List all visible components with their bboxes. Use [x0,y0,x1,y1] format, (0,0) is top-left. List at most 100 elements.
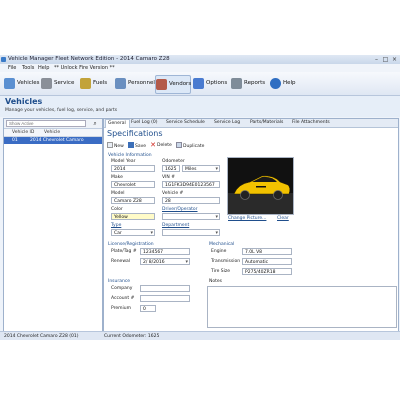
close-icon[interactable]: × [390,56,399,63]
transmission-field[interactable]: Automatic [242,258,292,265]
tab-file-attachments[interactable]: File Attachments [292,119,330,127]
detail-tabs: General Fuel Log (0) Service Schedule Se… [104,119,398,128]
maximize-icon[interactable]: □ [381,56,390,63]
toolbar-reports-button[interactable]: Reports [231,75,265,92]
account-label: Account # [111,296,135,301]
menu-file[interactable]: File [8,64,16,72]
tab-service-schedule[interactable]: Service Schedule [166,119,205,127]
tab-general[interactable]: General [105,119,130,128]
app-icon [1,57,6,62]
delete-icon: ✕ [150,141,156,149]
odometer-label: Odometer [162,159,185,164]
tire-size-label: Tire Size [211,269,231,274]
type-select[interactable]: Car [111,229,155,236]
toolbar-personnel-button[interactable]: Personnel [115,75,155,92]
tab-fuel-log[interactable]: Fuel Log (0) [131,119,158,127]
plate-label: Plate/Tag # [111,249,137,254]
status-vehicle: 2014 Chevrolet Camaro Z28 (01) [4,334,79,339]
menu-tools[interactable]: Tools [22,64,34,72]
odometer-field[interactable]: 1625 [162,165,180,172]
new-icon [107,142,113,148]
odometer-unit-select[interactable]: Miles [182,165,220,172]
duplicate-icon [176,142,182,148]
plate-field[interactable]: 1234567 [140,248,190,255]
model-field[interactable]: Camaro Z28 [111,197,155,204]
change-picture-link[interactable]: Change Picture... [228,216,266,221]
filter-bar: ⌕ [4,119,102,129]
save-button[interactable]: Save [128,142,146,149]
insurance-company-field[interactable] [140,285,190,292]
toolbar-reports-label: Reports [244,80,266,86]
status-odometer: Current Odometer: 1625 [104,334,160,339]
toolbar-vendors-label: Vendors [169,81,192,87]
driver-operator-link[interactable]: Driver/Operator [162,207,198,212]
toolbar-help-button[interactable]: Help [270,75,298,92]
col-vehicle-id[interactable]: Vehicle ID [12,129,34,136]
notes-label: Notes [209,279,222,284]
search-icon[interactable]: ⌕ [90,120,100,127]
vehicle-row-name: 2014 Chevrolet Camaro [30,138,84,143]
new-label: New [114,144,124,149]
department-link[interactable]: Department [162,223,189,228]
toolbar-options-button[interactable]: Options [193,75,227,92]
make-field[interactable]: Chevrolet [111,181,155,188]
new-button[interactable]: New [107,142,124,149]
vehicle-row[interactable]: 01 2014 Chevrolet Camaro [4,137,102,144]
color-label: Color [111,207,123,212]
toolbar-service-button[interactable]: Service [41,75,75,92]
vehicle-number-field[interactable]: 28 [162,197,220,204]
insurance-account-field[interactable] [140,295,190,302]
col-vehicle[interactable]: Vehicle [44,129,60,136]
page-subtitle: Manage your vehicles, fuel log, service,… [5,108,118,113]
make-label: Make [111,175,123,180]
vehicle-list-header: Vehicle ID Vehicle [4,129,102,137]
menu-bar: File Tools Help ** Unlock Fire Version *… [0,64,400,72]
engine-label: Engine [211,249,227,254]
car-icon [4,78,15,89]
car-photo-image [228,158,293,214]
vehicle-filter-select[interactable] [6,120,86,127]
duplicate-label: Duplicate [183,144,205,149]
vehicle-number-label: Vehicle # [162,191,184,196]
toolbar-vehicles-button[interactable]: Vehicles [4,75,40,92]
vin-field[interactable]: 1G1FK3D94E0123567 [162,181,220,188]
tire-size-field[interactable]: P275/40ZR18 [242,268,292,275]
minimize-icon[interactable]: – [372,56,381,63]
toolbar-vendors-button[interactable]: Vendors [155,75,191,94]
options-icon [193,78,204,89]
menu-unlock[interactable]: ** Unlock Fire Version ** [54,64,115,72]
renewal-label: Renewal [111,259,131,264]
mechanical-group: Mechanical [209,242,235,247]
engine-field[interactable]: 7.0L V8 [242,248,292,255]
renewal-date-field[interactable]: 2/ 8/2016 [140,258,190,265]
vehicle-info-group: Vehicle Information [108,153,152,158]
clear-picture-link[interactable]: Clear [277,216,289,221]
type-link[interactable]: Type [111,223,121,228]
menu-help[interactable]: Help [38,64,49,72]
window-title: Vehicle Manager Fleet Network Edition - … [8,56,170,62]
delete-button[interactable]: ✕Delete [150,142,172,149]
duplicate-button[interactable]: Duplicate [176,142,204,149]
model-year-label: Model Year [111,159,136,164]
insurance-premium-field[interactable]: 0 [140,305,156,312]
title-bar: Vehicle Manager Fleet Network Edition - … [0,55,400,64]
vin-label: VIN # [162,175,175,180]
model-year-field[interactable]: 2014 [111,165,155,172]
vehicle-list-panel: ⌕ Vehicle ID Vehicle 01 2014 Chevrolet C… [3,118,103,332]
toolbar-fuels-button[interactable]: Fuels [80,75,110,92]
main-toolbar: Vehicles Service Fuels Personnel Vendors… [0,72,400,96]
tab-service-log[interactable]: Service Log [214,119,240,127]
vehicle-row-id: 01 [12,138,18,143]
delete-label: Delete [157,143,172,148]
transmission-label: Transmission [211,259,241,264]
printer-icon [231,78,242,89]
help-icon [270,78,281,89]
department-select[interactable] [162,229,220,236]
driver-operator-select[interactable] [162,213,220,220]
color-field[interactable]: Yellow [111,213,155,220]
save-icon [128,142,134,148]
wrench-icon [41,78,52,89]
notes-textarea[interactable] [207,286,397,328]
tab-parts-materials[interactable]: Parts/Materials [250,119,283,127]
vehicle-detail-panel: General Fuel Log (0) Service Schedule Se… [103,118,399,332]
